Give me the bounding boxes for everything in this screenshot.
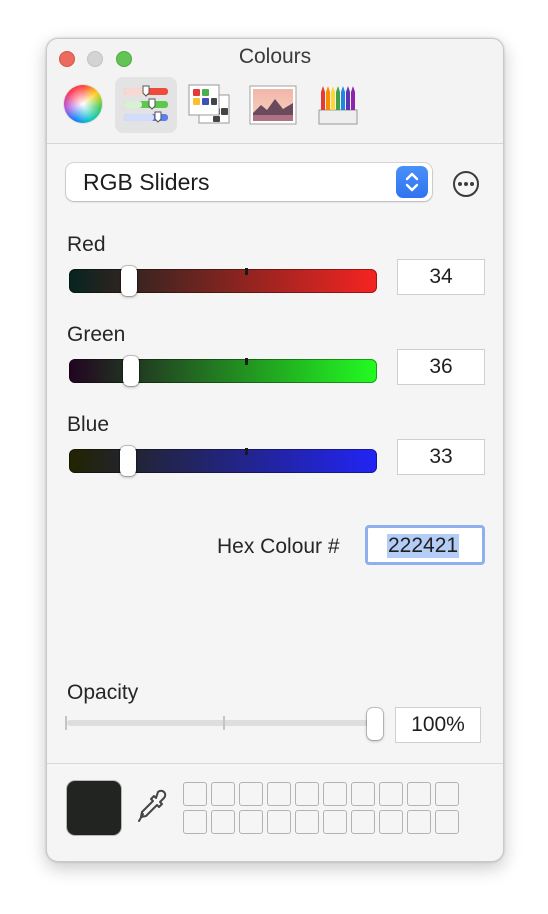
chevron-updown-icon xyxy=(396,166,428,198)
opacity-label: Opacity xyxy=(67,681,139,704)
window-title: Colours xyxy=(238,45,312,68)
current-colour-swatch[interactable] xyxy=(67,781,121,835)
slider-mode-label: RGB Sliders xyxy=(83,169,210,195)
colours-window: Colours RGB Sliders Red 34 Green 36 Blue… xyxy=(46,38,504,862)
custom-swatch-well[interactable] xyxy=(435,782,459,806)
custom-swatch-well[interactable] xyxy=(351,782,375,806)
custom-swatch-well[interactable] xyxy=(379,810,403,834)
green-slider-track[interactable] xyxy=(69,358,377,383)
opacity-tick-min xyxy=(65,716,67,730)
slider-mode-popup[interactable]: RGB Sliders xyxy=(66,163,432,201)
hex-colour-field[interactable]: 222421 xyxy=(365,525,485,565)
red-slider-track[interactable] xyxy=(69,268,377,293)
custom-swatch-well[interactable] xyxy=(211,810,235,834)
custom-swatch-well[interactable] xyxy=(183,782,207,806)
custom-swatch-well[interactable] xyxy=(295,810,319,834)
custom-swatch-well[interactable] xyxy=(323,810,347,834)
tab-colour-palettes[interactable] xyxy=(178,77,240,133)
custom-swatch-well[interactable] xyxy=(239,782,263,806)
custom-swatch-well[interactable] xyxy=(407,810,431,834)
custom-swatch-well[interactable] xyxy=(295,782,319,806)
red-value-field[interactable]: 34 xyxy=(398,260,484,294)
more-options-button[interactable] xyxy=(453,171,479,197)
opacity-slider-thumb[interactable] xyxy=(367,708,383,740)
custom-swatch-well[interactable] xyxy=(323,782,347,806)
red-slider-midtick xyxy=(245,268,248,275)
blue-value-field[interactable]: 33 xyxy=(398,440,484,474)
red-slider-thumb[interactable] xyxy=(120,266,137,296)
colour-sliders-icon xyxy=(124,85,168,123)
red-label: Red xyxy=(67,233,106,256)
custom-swatch-well[interactable] xyxy=(435,810,459,834)
custom-swatch-well[interactable] xyxy=(351,810,375,834)
hex-colour-value: 222421 xyxy=(387,534,460,558)
bottom-divider xyxy=(47,763,503,764)
green-value-field[interactable]: 36 xyxy=(398,350,484,384)
opacity-slider-track[interactable] xyxy=(67,720,376,726)
green-slider-midtick xyxy=(245,358,248,365)
tab-image-palettes[interactable] xyxy=(242,77,304,133)
custom-swatch-well[interactable] xyxy=(267,782,291,806)
custom-swatch-well[interactable] xyxy=(379,782,403,806)
eyedropper-icon[interactable] xyxy=(135,789,169,825)
custom-swatch-well[interactable] xyxy=(239,810,263,834)
blue-slider-track[interactable] xyxy=(69,448,377,473)
blue-slider-midtick xyxy=(245,448,248,455)
custom-swatch-well[interactable] xyxy=(183,810,207,834)
colour-wheel-icon xyxy=(64,85,102,123)
opacity-value-field[interactable]: 100% xyxy=(396,708,480,742)
hex-colour-label: Hex Colour # xyxy=(217,535,340,558)
custom-swatch-well[interactable] xyxy=(267,810,291,834)
green-slider-thumb[interactable] xyxy=(122,356,139,386)
image-palettes-icon xyxy=(249,85,297,125)
pencils-icon xyxy=(318,86,358,125)
blue-label: Blue xyxy=(67,413,110,436)
green-label: Green xyxy=(67,323,126,346)
custom-swatch-well[interactable] xyxy=(407,782,431,806)
tab-colour-sliders[interactable] xyxy=(115,77,177,133)
custom-swatch-well[interactable] xyxy=(211,782,235,806)
titlebar: Colours xyxy=(47,39,503,144)
colour-palettes-icon xyxy=(188,84,230,124)
tab-pencils[interactable] xyxy=(307,77,369,133)
tab-colour-wheel[interactable] xyxy=(55,77,117,133)
opacity-tick-mid xyxy=(223,716,225,730)
blue-slider-thumb[interactable] xyxy=(119,446,136,476)
